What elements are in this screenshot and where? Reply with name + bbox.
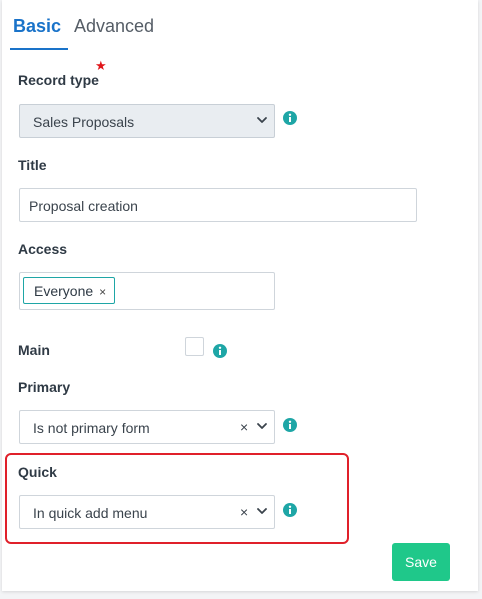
primary-label: Primary [18,379,71,395]
form-panel: Basic Advanced Record type ★ Sales Propo… [2,0,478,591]
tag-remove-icon[interactable]: × [99,285,106,299]
title-label: Title [18,157,47,173]
info-icon[interactable] [213,344,227,358]
primary-select[interactable]: Is not primary form × [19,410,275,444]
tab-advanced[interactable]: Advanced [74,16,154,50]
record-type-value: Sales Proposals [33,114,135,130]
required-star-icon: ★ [95,58,107,73]
info-icon[interactable] [283,503,297,517]
tab-bar: Basic Advanced [2,0,478,50]
chevron-down-icon [257,117,267,123]
access-tag-label: Everyone [34,283,94,299]
title-input[interactable]: Proposal creation [19,188,417,222]
info-icon[interactable] [283,418,297,432]
access-multiselect[interactable]: Everyone × [19,272,275,310]
clear-icon[interactable]: × [240,504,248,520]
chevron-down-icon [257,508,267,514]
quick-label: Quick [18,464,57,480]
access-tag: Everyone × [23,277,116,304]
main-label: Main [18,342,50,358]
main-checkbox[interactable] [185,337,204,356]
record-type-select[interactable]: Sales Proposals [19,104,275,138]
quick-value: In quick add menu [33,505,148,521]
quick-select[interactable]: In quick add menu × [19,495,275,529]
chevron-down-icon [257,423,267,429]
record-type-label: Record type [18,72,99,88]
access-label: Access [18,241,68,257]
tab-basic[interactable]: Basic [10,16,68,50]
save-button[interactable]: Save [392,543,450,581]
info-icon[interactable] [283,111,297,125]
clear-icon[interactable]: × [240,419,248,435]
title-value: Proposal creation [29,198,138,214]
primary-value: Is not primary form [33,420,150,436]
